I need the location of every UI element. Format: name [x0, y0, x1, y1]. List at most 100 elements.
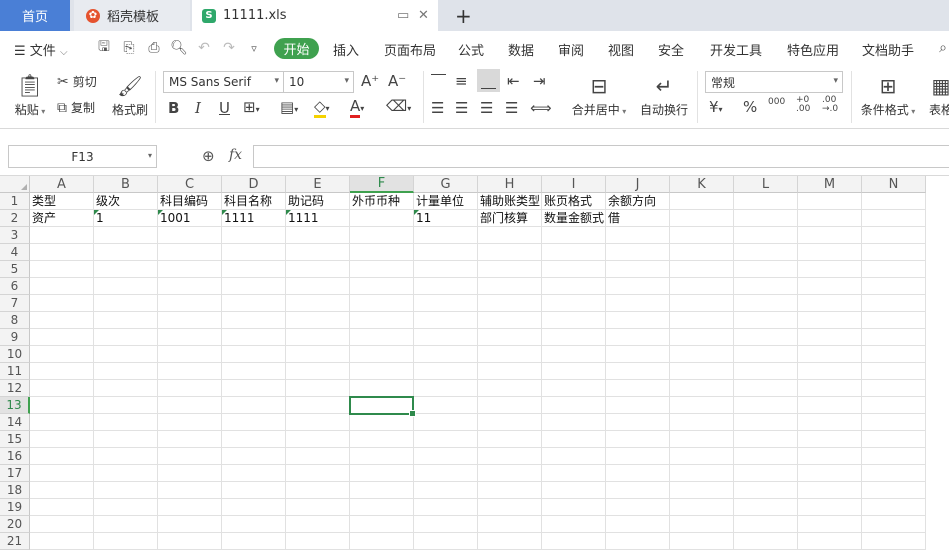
- cell-B17[interactable]: [94, 465, 158, 482]
- cell-N1[interactable]: [862, 193, 926, 210]
- align-middle-icon[interactable]: ≡: [455, 72, 468, 90]
- cell-N18[interactable]: [862, 482, 926, 499]
- cell-L18[interactable]: [734, 482, 798, 499]
- cell-L1[interactable]: [734, 193, 798, 210]
- cell-C2[interactable]: 1001: [158, 210, 222, 227]
- cell-H11[interactable]: [478, 363, 542, 380]
- row-header[interactable]: 10: [0, 346, 30, 363]
- cell-G2[interactable]: 11: [414, 210, 478, 227]
- menu-page-layout[interactable]: 页面布局: [384, 40, 436, 59]
- cell-F7[interactable]: [350, 295, 414, 312]
- cell-G14[interactable]: [414, 414, 478, 431]
- row-header[interactable]: 19: [0, 499, 30, 516]
- cell-D14[interactable]: [222, 414, 286, 431]
- cell-K7[interactable]: [670, 295, 734, 312]
- distribute-icon[interactable]: ⟺: [530, 99, 552, 117]
- cell-L7[interactable]: [734, 295, 798, 312]
- fill-color-icon[interactable]: ◇▾: [314, 97, 330, 118]
- cell-B6[interactable]: [94, 278, 158, 295]
- cell-J13[interactable]: [606, 397, 670, 414]
- spreadsheet-grid[interactable]: ABCDEFGHIJKLMN 1 2 3 4 5 6 7 8 9 10 11 12 13 14 15 16 17…: [0, 176, 949, 557]
- cell-I2[interactable]: 数量金额式: [542, 210, 606, 227]
- row-header[interactable]: 6: [0, 278, 30, 295]
- cell-L4[interactable]: [734, 244, 798, 261]
- cell-F13[interactable]: [350, 397, 414, 414]
- cell-E4[interactable]: [286, 244, 350, 261]
- cell-E14[interactable]: [286, 414, 350, 431]
- select-all-corner[interactable]: [0, 176, 30, 193]
- cell-K17[interactable]: [670, 465, 734, 482]
- cell-M15[interactable]: [798, 431, 862, 448]
- cell-M14[interactable]: [798, 414, 862, 431]
- cell-L21[interactable]: [734, 533, 798, 550]
- file-menu[interactable]: ☰ 文件 ⌵: [14, 40, 68, 59]
- cell-E16[interactable]: [286, 448, 350, 465]
- cut-button[interactable]: ✂ 剪切: [57, 73, 97, 90]
- cell-M10[interactable]: [798, 346, 862, 363]
- cell-I12[interactable]: [542, 380, 606, 397]
- cell-I19[interactable]: [542, 499, 606, 516]
- cell-F9[interactable]: [350, 329, 414, 346]
- underline-button[interactable]: U: [219, 99, 230, 117]
- cell-G6[interactable]: [414, 278, 478, 295]
- cell-K19[interactable]: [670, 499, 734, 516]
- cell-J12[interactable]: [606, 380, 670, 397]
- cell-M20[interactable]: [798, 516, 862, 533]
- cell-D6[interactable]: [222, 278, 286, 295]
- cell-L16[interactable]: [734, 448, 798, 465]
- cell-D4[interactable]: [222, 244, 286, 261]
- cell-C18[interactable]: [158, 482, 222, 499]
- cell-A3[interactable]: [30, 227, 94, 244]
- row-header[interactable]: 18: [0, 482, 30, 499]
- cell-G7[interactable]: [414, 295, 478, 312]
- column-header[interactable]: M: [798, 176, 862, 193]
- align-left-icon[interactable]: ☰: [431, 99, 444, 117]
- cell-L6[interactable]: [734, 278, 798, 295]
- cell-J14[interactable]: [606, 414, 670, 431]
- close-tab-icon[interactable]: ✕: [418, 8, 429, 23]
- cell-H5[interactable]: [478, 261, 542, 278]
- row-header[interactable]: 1: [0, 193, 30, 210]
- cell-A6[interactable]: [30, 278, 94, 295]
- menu-security[interactable]: 安全: [658, 40, 684, 59]
- cell-J1[interactable]: 余额方向: [606, 193, 670, 210]
- cell-M16[interactable]: [798, 448, 862, 465]
- font-grow-icon[interactable]: A⁺: [361, 72, 379, 90]
- cell-G19[interactable]: [414, 499, 478, 516]
- cell-M5[interactable]: [798, 261, 862, 278]
- cell-E3[interactable]: [286, 227, 350, 244]
- row-header[interactable]: 7: [0, 295, 30, 312]
- cell-B15[interactable]: [94, 431, 158, 448]
- cell-F18[interactable]: [350, 482, 414, 499]
- menu-developer[interactable]: 开发工具: [710, 40, 762, 59]
- cell-J20[interactable]: [606, 516, 670, 533]
- cell-L3[interactable]: [734, 227, 798, 244]
- cell-H2[interactable]: 部门核算: [478, 210, 542, 227]
- cell-I9[interactable]: [542, 329, 606, 346]
- cell-M6[interactable]: [798, 278, 862, 295]
- cell-N10[interactable]: [862, 346, 926, 363]
- cell-M11[interactable]: [798, 363, 862, 380]
- name-box[interactable]: F13 ▾: [8, 145, 157, 168]
- cell-C4[interactable]: [158, 244, 222, 261]
- cell-G16[interactable]: [414, 448, 478, 465]
- formula-input[interactable]: [253, 145, 949, 168]
- row-header[interactable]: 13: [0, 397, 30, 414]
- cell-I4[interactable]: [542, 244, 606, 261]
- menu-review[interactable]: 审阅: [558, 40, 584, 59]
- column-header[interactable]: D: [222, 176, 286, 193]
- cell-J4[interactable]: [606, 244, 670, 261]
- cell-L14[interactable]: [734, 414, 798, 431]
- cell-M1[interactable]: [798, 193, 862, 210]
- cell-D15[interactable]: [222, 431, 286, 448]
- cell-H13[interactable]: [478, 397, 542, 414]
- cell-J18[interactable]: [606, 482, 670, 499]
- row-header[interactable]: 14: [0, 414, 30, 431]
- cell-B21[interactable]: [94, 533, 158, 550]
- tab-templates[interactable]: ✿ 稻壳模板: [74, 0, 190, 31]
- cell-B8[interactable]: [94, 312, 158, 329]
- italic-button[interactable]: I: [195, 99, 201, 117]
- fx-button[interactable]: fx: [229, 147, 242, 163]
- cell-E9[interactable]: [286, 329, 350, 346]
- cell-D8[interactable]: [222, 312, 286, 329]
